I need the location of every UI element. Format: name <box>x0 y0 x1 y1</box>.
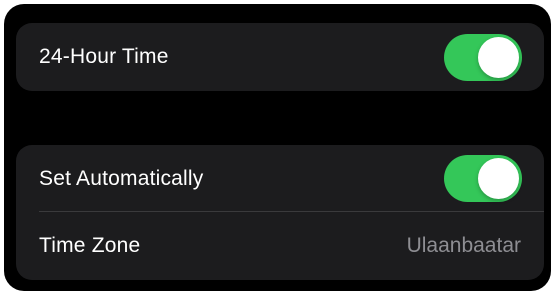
set-automatically-toggle[interactable] <box>444 155 522 202</box>
24-hour-time-label: 24-Hour Time <box>39 45 169 68</box>
settings-screen: 24-Hour Time Set Automatically Time Zone… <box>4 4 551 291</box>
set-automatically-label: Set Automatically <box>39 166 204 190</box>
24-hour-time-toggle[interactable] <box>444 33 522 81</box>
toggle-knob <box>478 158 519 199</box>
time-zone-value: Ulaanbaatar <box>406 233 521 257</box>
row-time-zone[interactable]: Time Zone Ulaanbaatar <box>16 212 544 279</box>
date-time-group: Set Automatically Time Zone Ulaanbaatar <box>16 145 544 280</box>
time-format-group: 24-Hour Time <box>16 23 544 91</box>
row-24-hour-time[interactable]: 24-Hour Time <box>16 23 544 91</box>
time-zone-label: Time Zone <box>39 233 141 257</box>
row-set-automatically[interactable]: Set Automatically <box>16 145 544 212</box>
toggle-knob <box>478 36 519 78</box>
